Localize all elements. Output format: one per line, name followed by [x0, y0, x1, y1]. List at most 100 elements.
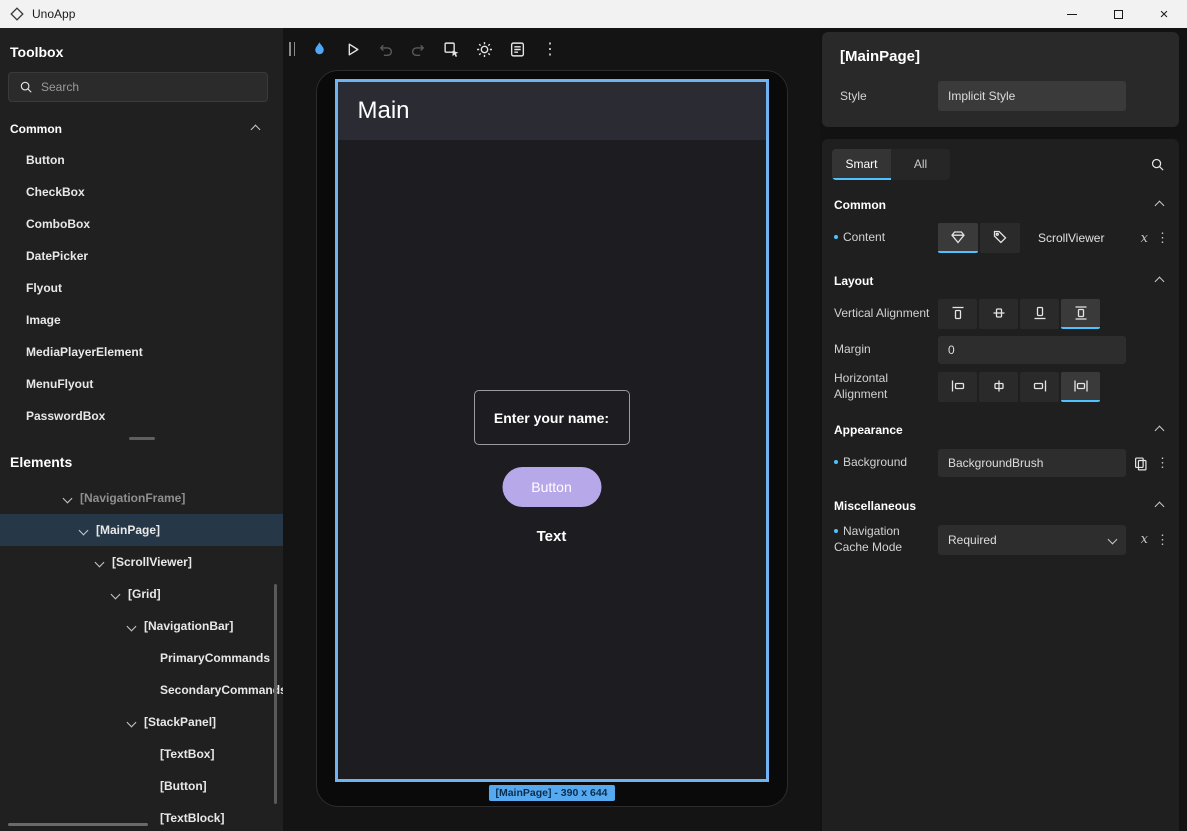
bind-icon[interactable]: x — [1141, 532, 1148, 547]
tree-item-label: PrimaryCommands — [160, 651, 270, 665]
tab-smart[interactable]: Smart — [832, 149, 891, 180]
design-button[interactable]: Button — [502, 467, 601, 507]
more-icon[interactable]: ⋮ — [1156, 532, 1169, 548]
stretch-horizontal-icon — [1073, 378, 1089, 394]
undo-button[interactable] — [372, 36, 398, 62]
chevron-down-icon[interactable] — [63, 493, 73, 503]
tree-item-textblock[interactable]: [TextBlock] — [0, 802, 283, 831]
chevron-down-icon[interactable] — [111, 589, 121, 599]
properties-tabs: Smart All — [822, 149, 1179, 180]
toolbox-item-combobox[interactable]: ComboBox — [0, 208, 283, 240]
section-appearance[interactable]: Appearance — [822, 405, 1179, 445]
toolbox-search[interactable] — [8, 72, 268, 102]
horizontal-align-left-button[interactable] — [938, 372, 977, 402]
tree-item-primarycommands[interactable]: PrimaryCommands — [0, 642, 283, 674]
theme-toggle-button[interactable] — [471, 36, 497, 62]
modified-dot — [834, 235, 838, 239]
modified-dot — [834, 529, 838, 533]
property-row-margin: Margin 0 — [822, 332, 1179, 368]
elements-title: Elements — [0, 444, 283, 482]
style-input[interactable]: Implicit Style — [938, 81, 1126, 111]
inspect-button[interactable] — [438, 36, 464, 62]
toolbox-item-passwordbox[interactable]: PasswordBox — [0, 400, 283, 432]
background-input[interactable]: BackgroundBrush — [938, 449, 1126, 477]
vertical-align-bottom-button[interactable] — [1020, 299, 1059, 329]
redo-button[interactable] — [405, 36, 431, 62]
elements-pane: Elements [NavigationFrame] [MainPage] [Scr… — [0, 444, 283, 831]
maximize-button[interactable] — [1095, 0, 1141, 28]
play-button[interactable] — [339, 36, 365, 62]
chevron-down-icon[interactable] — [127, 621, 137, 631]
toolbox-item-mediaplayerelement[interactable]: MediaPlayerElement — [0, 336, 283, 368]
page-size-badge: [MainPage] - 390 x 644 — [488, 785, 614, 801]
tree-item-label: SecondaryCommands — [160, 683, 283, 697]
tree-item-navigationbar[interactable]: [NavigationBar] — [0, 610, 283, 642]
horizontal-align-right-button[interactable] — [1020, 372, 1059, 402]
more-icon[interactable]: ⋮ — [1156, 455, 1169, 471]
chevron-down-icon[interactable] — [95, 557, 105, 567]
toolbox-item-menuflyout[interactable]: MenuFlyout — [0, 368, 283, 400]
form-factor-button[interactable] — [504, 36, 530, 62]
navigation-bar[interactable]: Main — [338, 82, 766, 140]
close-button[interactable]: × — [1141, 0, 1187, 28]
navigation-cache-mode-select[interactable]: Required — [938, 525, 1126, 555]
tree-item-secondarycommands[interactable]: SecondaryCommands — [0, 674, 283, 706]
minimize-button[interactable] — [1049, 0, 1095, 28]
horizontal-align-center-button[interactable] — [979, 372, 1018, 402]
section-layout[interactable]: Layout — [822, 256, 1179, 296]
tree-item-label: [ScrollViewer] — [112, 555, 192, 569]
selected-element-title: [MainPage] — [840, 48, 1161, 65]
vertical-align-stretch-button[interactable] — [1061, 299, 1100, 329]
tree-item-button[interactable]: [Button] — [0, 770, 283, 802]
panel-splitter[interactable] — [0, 432, 283, 444]
align-right-icon — [1032, 378, 1048, 394]
tab-all[interactable]: All — [891, 149, 950, 180]
toolbox-item-flyout[interactable]: Flyout — [0, 272, 283, 304]
content-tag-mode-button[interactable] — [980, 223, 1020, 253]
tree-item-label: [NavigationFrame] — [80, 491, 185, 505]
tree-item-navigationframe[interactable]: [NavigationFrame] — [0, 482, 283, 514]
tree-item-label: [TextBox] — [160, 747, 214, 761]
design-textblock[interactable]: Text — [537, 528, 567, 545]
chevron-down-icon[interactable] — [127, 717, 137, 727]
tree-item-stackpanel[interactable]: [StackPanel] — [0, 706, 283, 738]
property-row-vertical-alignment: Vertical Alignment — [822, 296, 1179, 332]
tree-item-label: [MainPage] — [96, 523, 160, 537]
hot-reload-flame-icon[interactable] — [306, 36, 332, 62]
section-miscellaneous[interactable]: Miscellaneous — [822, 481, 1179, 521]
more-icon[interactable]: ⋮ — [1156, 230, 1169, 246]
toolbox-item-button[interactable]: Button — [0, 144, 283, 176]
toolbox-search-input[interactable] — [41, 80, 257, 94]
horizontal-align-stretch-button[interactable] — [1061, 372, 1100, 402]
tree-horizontal-scrollbar[interactable] — [8, 823, 148, 826]
section-common[interactable]: Common — [822, 180, 1179, 220]
mainpage-design-surface[interactable]: Main Enter your name: Button Text — [335, 79, 769, 782]
properties-search-icon[interactable] — [1150, 157, 1165, 172]
content-value-mode-button[interactable] — [938, 223, 978, 253]
chevron-down-icon[interactable] — [79, 525, 89, 535]
bind-icon[interactable]: x — [1141, 231, 1148, 246]
toolbox-item-image[interactable]: Image — [0, 304, 283, 336]
properties-panel: [MainPage] Style Implicit Style Smart Al… — [820, 28, 1187, 831]
vertical-align-center-button[interactable] — [979, 299, 1018, 329]
chevron-up-icon — [1155, 425, 1165, 435]
device-frame: Main Enter your name: Button Text [MainP… — [316, 70, 788, 807]
tree-item-grid[interactable]: [Grid] — [0, 578, 283, 610]
vertical-align-top-button[interactable] — [938, 299, 977, 329]
toolbox-item-checkbox[interactable]: CheckBox — [0, 176, 283, 208]
tree-vertical-scrollbar[interactable] — [274, 584, 277, 804]
design-textbox[interactable]: Enter your name: — [474, 390, 630, 445]
content-value: ScrollViewer — [1038, 231, 1104, 245]
margin-input[interactable]: 0 — [938, 336, 1126, 364]
elements-tree: [NavigationFrame] [MainPage] [ScrollViewer… — [0, 482, 283, 831]
tree-item-scrollviewer[interactable]: [ScrollViewer] — [0, 546, 283, 578]
tree-item-textbox[interactable]: [TextBox] — [0, 738, 283, 770]
toolbox-item-datepicker[interactable]: DatePicker — [0, 240, 283, 272]
stretch-vertical-icon — [1073, 305, 1089, 321]
resource-copy-icon[interactable] — [1133, 456, 1148, 471]
toolbar-drag-handle[interactable] — [285, 36, 299, 62]
more-options-button[interactable]: ⋮ — [537, 36, 563, 62]
tree-item-mainpage[interactable]: [MainPage] — [0, 514, 283, 546]
toolbox-section-common[interactable]: Common — [0, 114, 283, 144]
designer-toolbar: ⋮ — [283, 28, 820, 70]
